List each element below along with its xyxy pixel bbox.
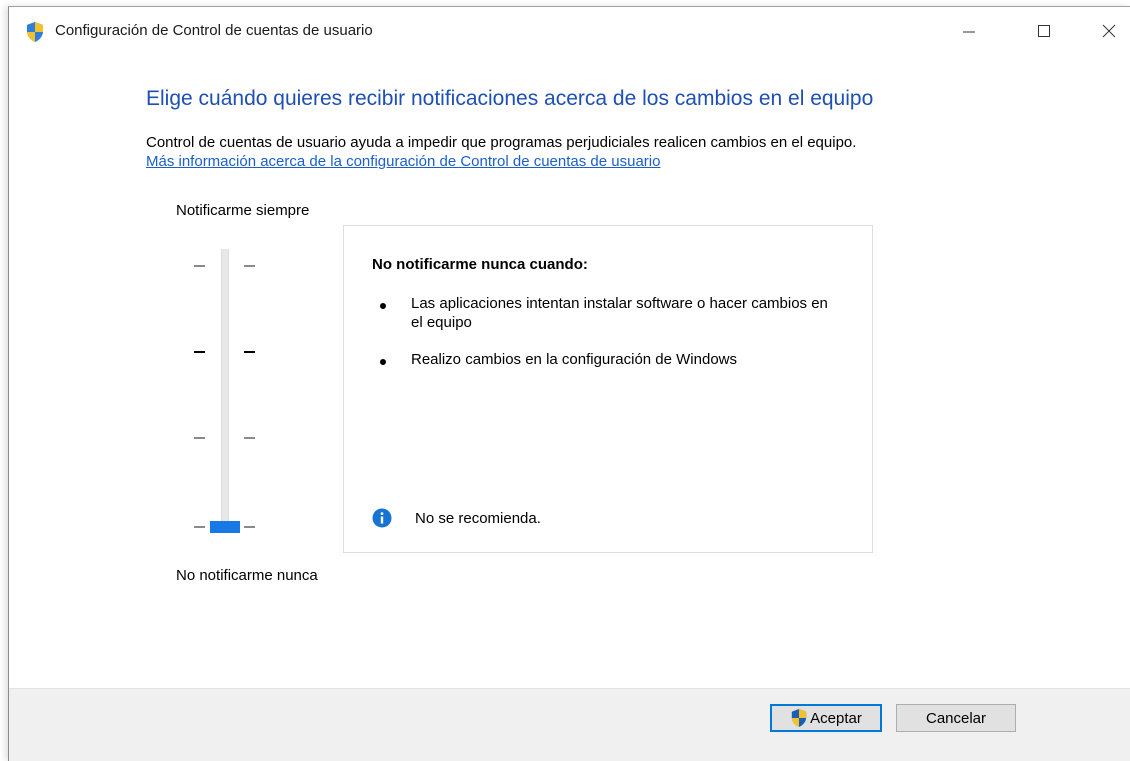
more-info-link[interactable]: Más información acerca de la configuraci… <box>146 153 660 170</box>
bullet-dot <box>380 303 386 309</box>
recommendation-text: No se recomienda. <box>415 510 541 527</box>
accept-button[interactable]: Aceptar <box>770 704 882 732</box>
slider-thumb[interactable] <box>210 521 240 533</box>
uac-shield-icon <box>791 709 807 727</box>
page-heading: Elige cuándo quieres recibir notificacio… <box>146 87 874 110</box>
maximize-button[interactable] <box>1024 15 1064 47</box>
maximize-icon <box>1038 25 1050 37</box>
slider-tick-left <box>194 265 205 267</box>
cancel-button[interactable]: Cancelar <box>896 704 1016 732</box>
slider-top-label: Notificarme siempre <box>176 202 310 219</box>
slider-tick-right <box>244 437 255 439</box>
level-description-panel: No notificarme nunca cuando: Las aplicac… <box>343 225 873 553</box>
bullet-item: Realizo cambios en la configuración de W… <box>411 351 738 368</box>
accept-button-label: Aceptar <box>810 709 862 727</box>
slider-tick-right <box>244 526 255 528</box>
minimize-button[interactable] <box>949 15 989 47</box>
notification-level-slider[interactable] <box>194 245 264 535</box>
info-icon <box>372 508 392 528</box>
uac-settings-window: Configuración de Control de cuentas de u… <box>8 6 1130 761</box>
slider-tick-right <box>244 351 255 353</box>
minimize-icon <box>963 31 975 33</box>
bullet-item: Las aplicaciones intentan instalar softw… <box>411 295 828 331</box>
slider-tick-right <box>244 265 255 267</box>
close-icon <box>1102 24 1116 38</box>
bullet-dot <box>380 359 386 365</box>
slider-tick-left <box>194 351 205 353</box>
slider-tick-left <box>194 437 205 439</box>
slider-track[interactable] <box>221 249 229 529</box>
cancel-button-label: Cancelar <box>925 709 987 727</box>
slider-bottom-label: No notificarme nunca <box>176 567 318 584</box>
window-title: Configuración de Control de cuentas de u… <box>55 22 373 39</box>
description-text: Control de cuentas de usuario ayuda a im… <box>146 134 857 151</box>
panel-title: No notificarme nunca cuando: <box>372 256 588 273</box>
slider-tick-left <box>194 526 205 528</box>
title-bar: Configuración de Control de cuentas de u… <box>9 7 1130 51</box>
uac-shield-icon <box>27 22 43 42</box>
close-button[interactable] <box>1089 15 1129 47</box>
